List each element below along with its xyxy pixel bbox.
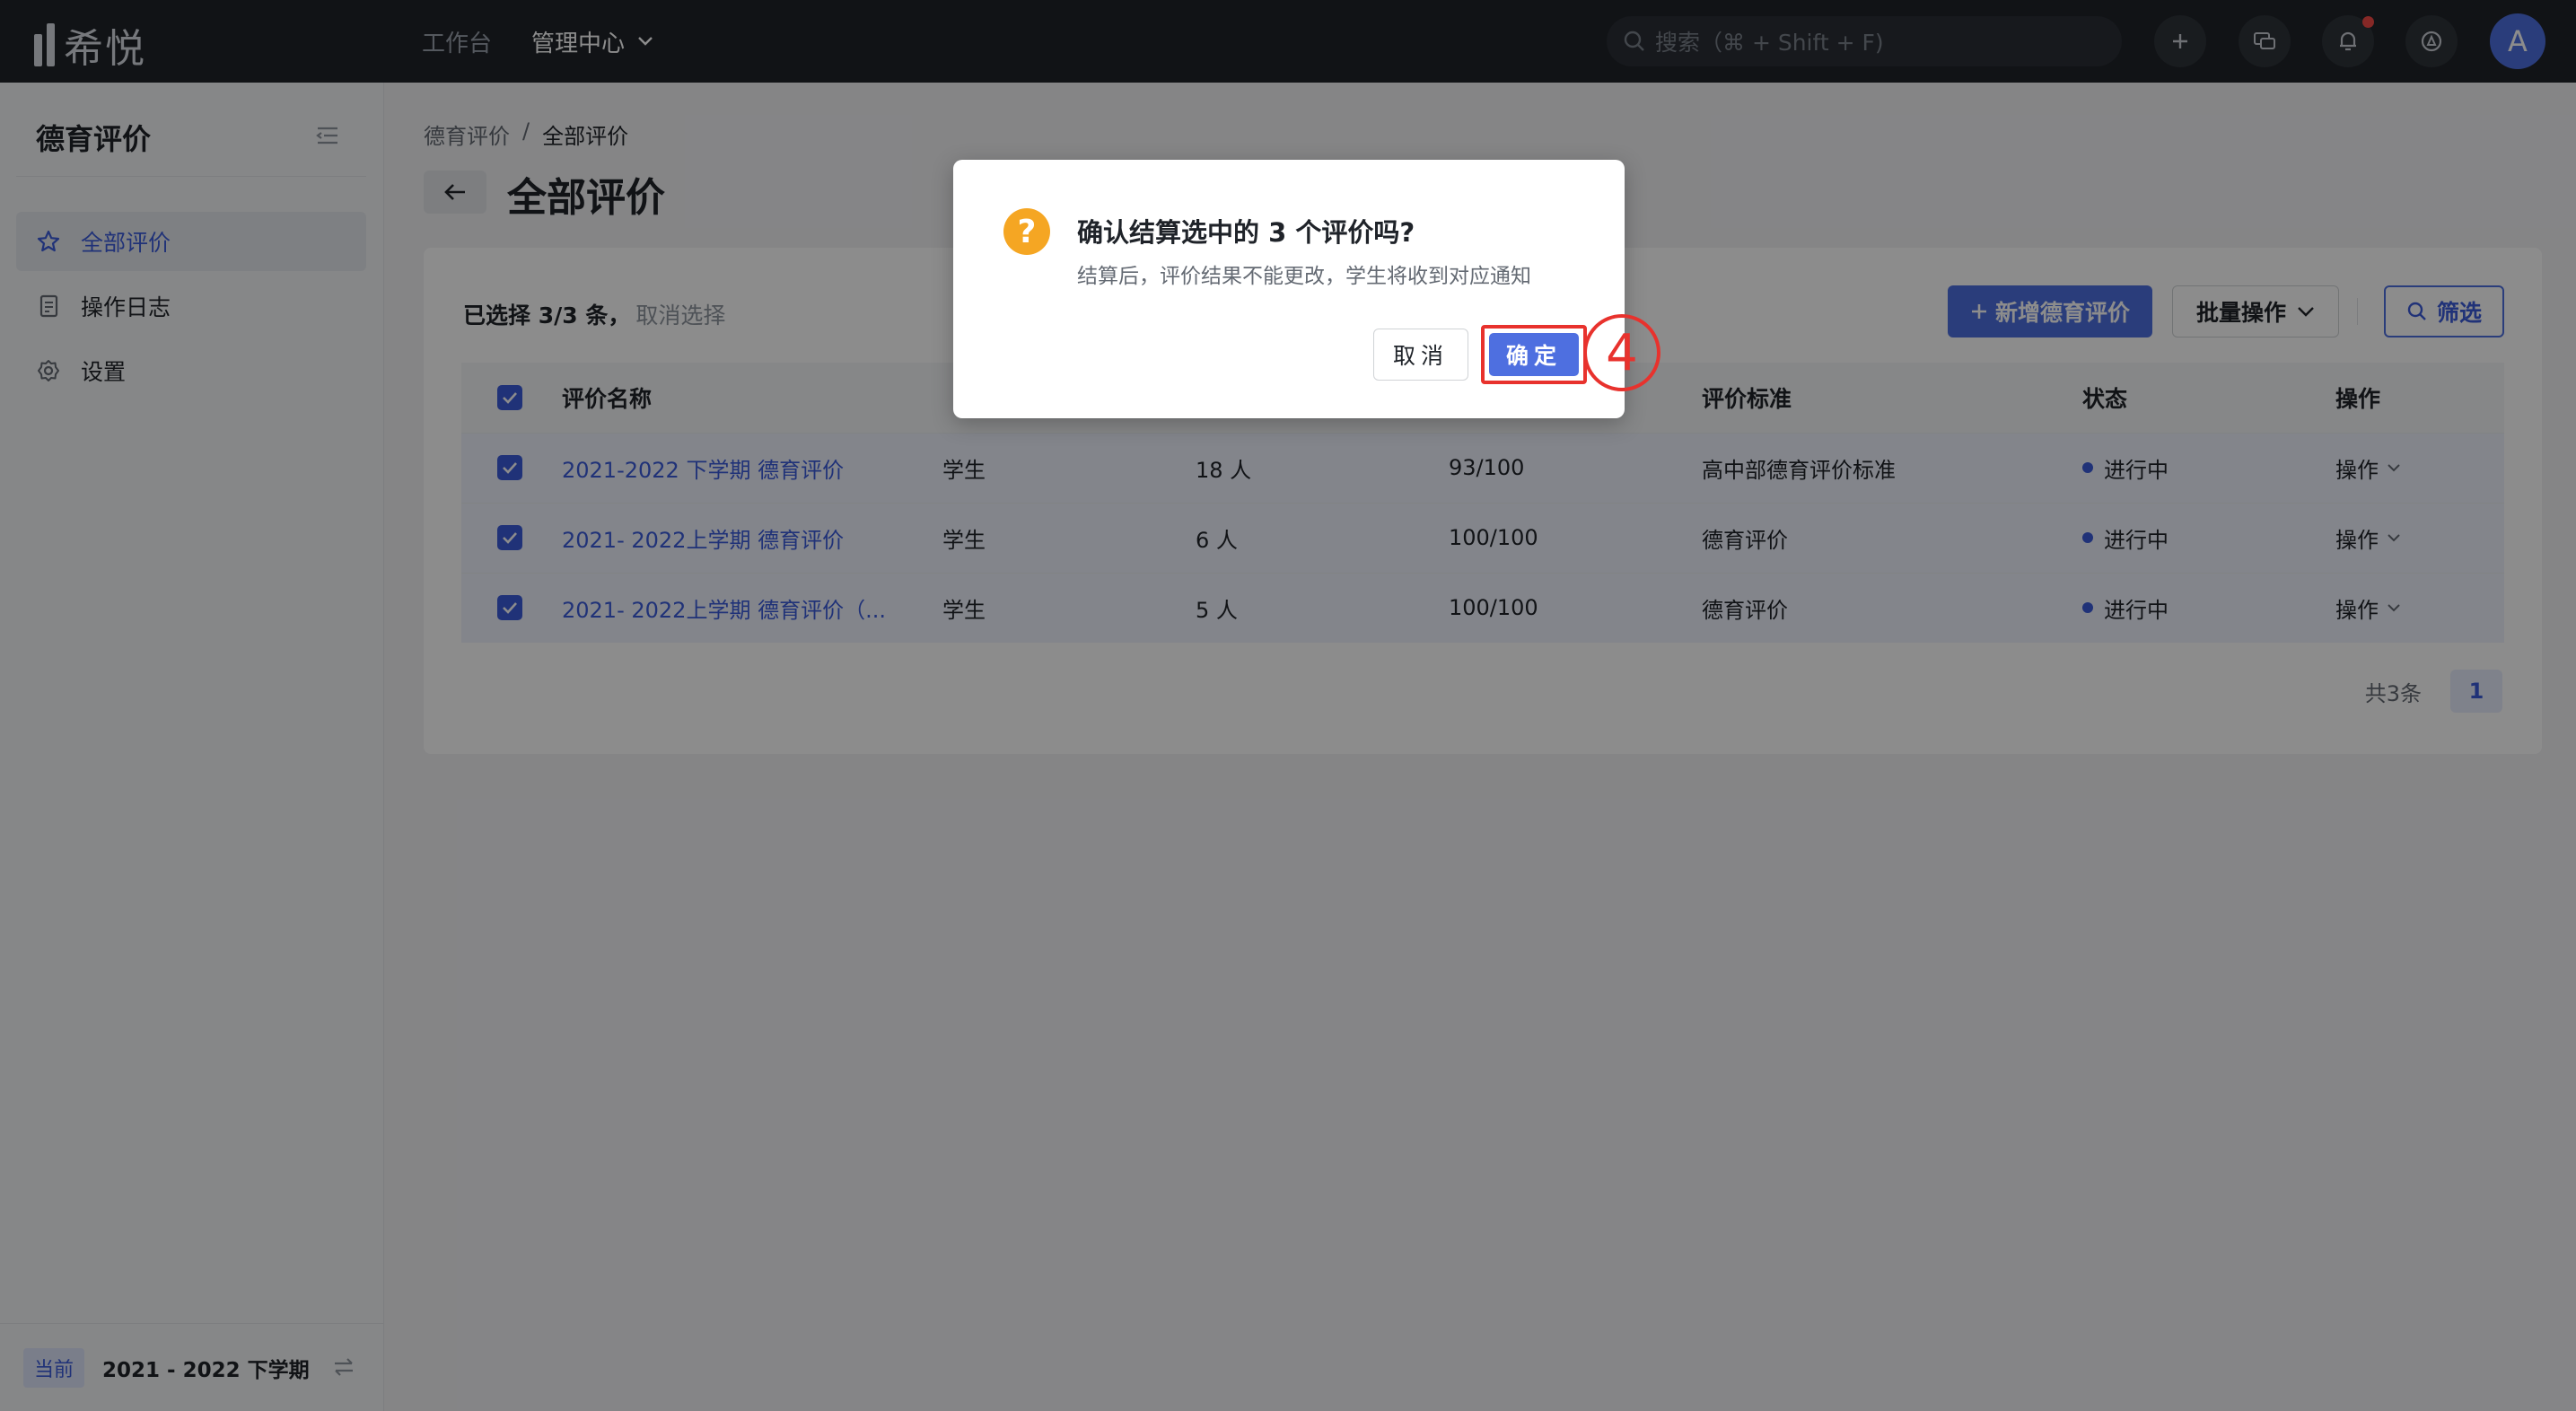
confirm-button[interactable]: 确定 [1489, 333, 1579, 376]
step-number-marker: 4 [1583, 314, 1660, 391]
dialog-title: 确认结算选中的 3 个评价吗? [1077, 217, 1415, 248]
confirm-settle-dialog: ? 确认结算选中的 3 个评价吗? 结算后，评价结果不能更改，学生将收到对应通知… [953, 160, 1625, 418]
cancel-button[interactable]: 取消 [1373, 329, 1468, 381]
question-icon: ? [1003, 208, 1050, 255]
confirm-button-highlight: 确定 [1481, 325, 1587, 384]
dialog-description: 结算后，评价结果不能更改，学生将收到对应通知 [1077, 265, 1531, 288]
